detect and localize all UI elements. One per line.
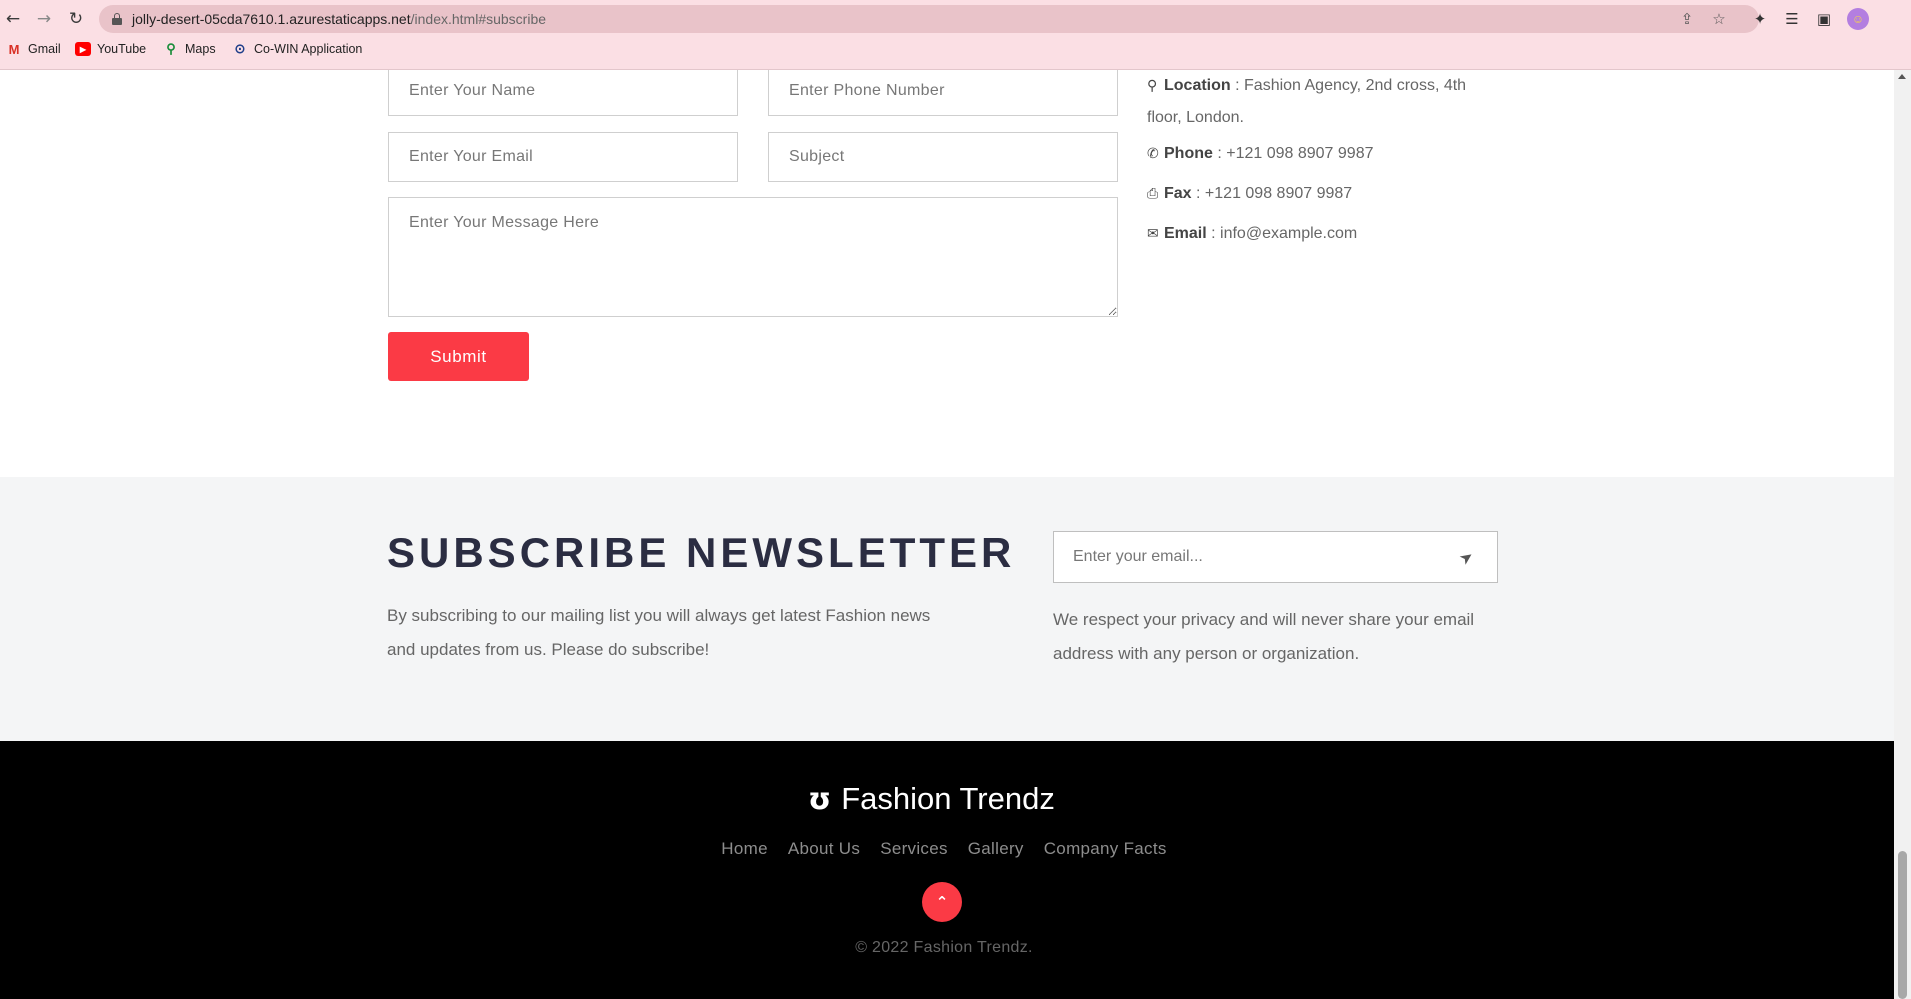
url-text[interactable]: jolly-desert-05cda7610.1.azurestaticapps… [132, 11, 546, 27]
envelope-icon: ✉ [1147, 226, 1159, 242]
copyright-text: © 2022 Fashion Trendz. [855, 939, 1033, 956]
phone-icon: ✆ [1147, 146, 1159, 162]
footer-link-home[interactable]: Home [721, 839, 768, 859]
footer-link-services[interactable]: Services [880, 839, 948, 859]
footer-brand[interactable]: ʊ Fashion Trendz [808, 781, 1055, 817]
scrollbar-thumb[interactable] [1898, 851, 1907, 999]
message-textarea[interactable] [388, 197, 1118, 317]
bookmark-cowin[interactable]: ⊙ Co-WIN Application [232, 41, 363, 56]
bookmarks-bar: M Gmail ▶ YouTube ⚲ Maps ⊙ Co-WIN Applic… [0, 40, 1911, 62]
lock-icon[interactable] [112, 13, 122, 25]
email-value[interactable]: info@example.com [1220, 225, 1357, 242]
submit-button[interactable]: Submit [388, 332, 529, 381]
paper-plane-icon[interactable]: ➤ [1450, 541, 1482, 573]
footer-link-about[interactable]: About Us [788, 839, 860, 859]
fax-icon: ⎙ [1147, 186, 1159, 202]
cowin-icon: ⊙ [234, 41, 246, 56]
footer: ʊ Fashion Trendz Home About Us Services … [0, 741, 1894, 999]
bookmark-youtube[interactable]: ▶ YouTube [75, 42, 146, 56]
name-input[interactable] [388, 70, 738, 116]
double-chevron-up-icon: ⌃ [935, 893, 949, 911]
newsletter-section: SUBSCRIBE NEWSLETTER By subscribing to o… [0, 477, 1894, 741]
address-bar[interactable]: jolly-desert-05cda7610.1.azurestaticapps… [99, 5, 1759, 33]
newsletter-form: ➤ [1053, 531, 1498, 583]
fax-label: Fax [1164, 185, 1192, 202]
location-label: Location [1164, 77, 1231, 94]
reading-list-icon[interactable]: ☰ [1781, 8, 1803, 30]
back-to-top-button[interactable]: ⌃ [922, 882, 962, 922]
phone-input[interactable] [768, 70, 1118, 116]
contact-email: ✉ Email : info@example.com [1147, 218, 1487, 250]
phone-value: +121 098 8907 9987 [1226, 145, 1374, 162]
maps-icon: ⚲ [166, 41, 176, 56]
profile-avatar[interactable]: ☺ [1847, 8, 1869, 30]
browser-toolbar: ← → ↻ jolly-desert-05cda7610.1.azurestat… [0, 0, 1911, 38]
newsletter-description: By subscribing to our mailing list you w… [387, 606, 931, 659]
newsletter-title: SUBSCRIBE NEWSLETTER [387, 529, 1016, 576]
bookmark-star-icon[interactable]: ☆ [1709, 9, 1729, 29]
back-icon[interactable]: ← [0, 6, 26, 32]
privacy-note: We respect your privacy and will never s… [1053, 610, 1475, 663]
bookmark-label: Co-WIN Application [254, 42, 363, 56]
contact-fax: ⎙ Fax : +121 098 8907 9987 [1147, 178, 1487, 210]
reload-icon[interactable]: ↻ [63, 6, 89, 32]
contact-location: ⚲ Location : Fashion Agency, 2nd cross, 4… [1147, 70, 1487, 134]
brand-name: Fashion Trendz [841, 781, 1055, 816]
subject-input[interactable] [768, 132, 1118, 182]
forward-icon[interactable]: → [31, 6, 57, 32]
extensions-icon[interactable]: ✦ [1749, 8, 1771, 30]
bookmark-label: YouTube [97, 42, 147, 56]
bookmark-gmail[interactable]: M Gmail [6, 41, 61, 57]
map-marker-icon: ⚲ [1147, 78, 1158, 94]
scroll-up-arrow-icon[interactable] [1898, 74, 1906, 79]
email-input[interactable] [388, 132, 738, 182]
side-panel-icon[interactable]: ▣ [1813, 8, 1835, 30]
fax-value: +121 098 8907 9987 [1204, 185, 1353, 202]
contact-phone: ✆ Phone : +121 098 8907 9987 [1147, 138, 1487, 170]
newsletter-email-input[interactable] [1054, 532, 1434, 582]
bookmark-label: Gmail [28, 42, 61, 56]
email-label: Email [1164, 225, 1207, 242]
footer-link-gallery[interactable]: Gallery [968, 839, 1024, 859]
bookmark-maps[interactable]: ⚲ Maps [163, 41, 216, 56]
share-icon[interactable]: ⇪ [1677, 9, 1697, 29]
scrollbar[interactable] [1894, 70, 1911, 999]
stumbleupon-logo-icon: ʊ [808, 781, 832, 817]
gmail-icon: M [8, 41, 20, 57]
youtube-icon: ▶ [75, 42, 91, 56]
phone-label: Phone [1164, 145, 1213, 162]
bookmark-label: Maps [185, 42, 216, 56]
footer-nav: Home About Us Services Gallery Company F… [0, 839, 1888, 859]
page-viewport: Submit ⚲Location : Fashion Agency, 2nd c… [0, 70, 1911, 999]
footer-link-company-facts[interactable]: Company Facts [1044, 839, 1167, 859]
browser-chrome: ← → ↻ jolly-desert-05cda7610.1.azurestat… [0, 0, 1911, 70]
